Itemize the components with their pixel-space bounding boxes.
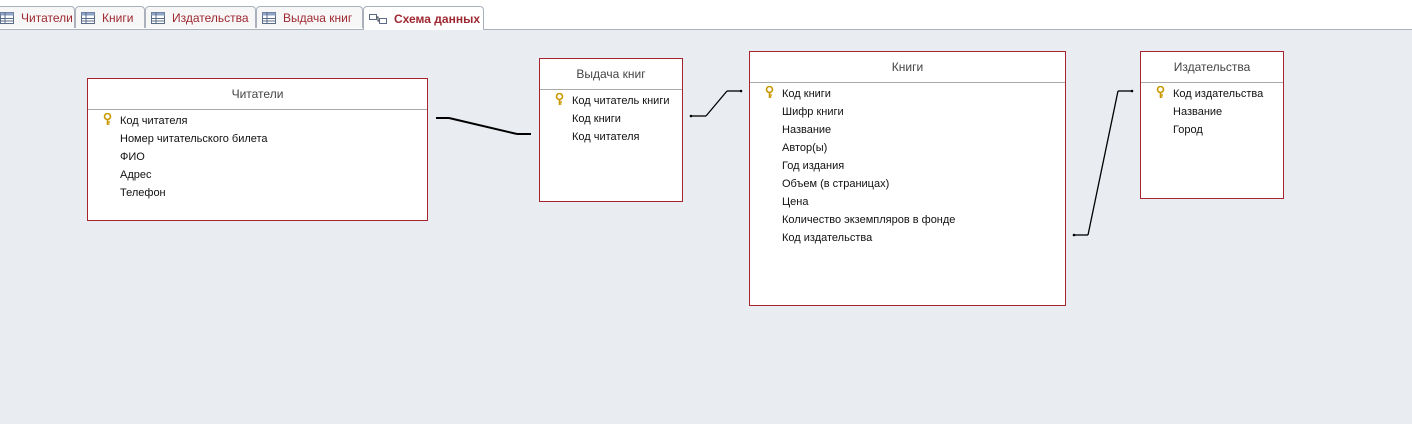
table-title[interactable]: Выдача книг xyxy=(540,59,682,90)
field-label: Код читатель книги xyxy=(572,95,670,107)
field-title[interactable]: Название xyxy=(750,121,1065,139)
table-icon xyxy=(81,11,95,24)
field-reader-id[interactable]: Код читателя xyxy=(540,128,682,146)
field-label: Название xyxy=(1173,106,1223,118)
table-icon xyxy=(262,11,276,24)
field-label: Номер читательского билета xyxy=(120,133,268,145)
field-full-name[interactable]: ФИО xyxy=(88,148,427,166)
field-issue-id[interactable]: Код читатель книги xyxy=(540,92,682,110)
field-reader-id[interactable]: Код читателя xyxy=(88,112,427,130)
relationship-books-publishers[interactable] xyxy=(1072,89,1134,237)
field-list: Код книги Шифр книги Название Автор(ы) Г… xyxy=(750,83,1065,247)
field-list: Код издательства Название Город xyxy=(1141,83,1283,139)
field-list: Код читателя Номер читательского билета … xyxy=(88,110,427,202)
field-label: Год издания xyxy=(782,160,845,172)
field-phone[interactable]: Телефон xyxy=(88,184,427,202)
relationship-readers-issues[interactable] xyxy=(436,117,531,135)
tab-books[interactable]: Книги xyxy=(75,6,145,28)
field-label: Цена xyxy=(782,196,809,208)
field-label: Код издательства xyxy=(782,232,873,244)
field-pages[interactable]: Объем (в страницах) xyxy=(750,175,1065,193)
field-label: Код читателя xyxy=(120,115,188,127)
field-label: Адрес xyxy=(120,169,152,181)
relationships-canvas[interactable]: Читатели Код читателя Номер читательског… xyxy=(0,30,1412,424)
field-publisher-id[interactable]: Код издательства xyxy=(750,229,1065,247)
field-book-id[interactable]: Код книги xyxy=(540,110,682,128)
field-copies[interactable]: Количество экземпляров в фонде xyxy=(750,211,1065,229)
relationships-icon xyxy=(369,13,387,25)
field-label: Объем (в страницах) xyxy=(782,178,890,190)
field-label: Количество экземпляров в фонде xyxy=(782,214,956,226)
table-icon xyxy=(151,11,165,24)
field-label: Шифр книги xyxy=(782,106,844,118)
field-book-id[interactable]: Код книги xyxy=(750,85,1065,103)
field-label: Код книги xyxy=(572,113,621,125)
tab-label: Читатели xyxy=(21,10,73,25)
field-label: Код читателя xyxy=(572,131,640,143)
field-name[interactable]: Название xyxy=(1141,103,1283,121)
field-label: Код издательства xyxy=(1173,88,1264,100)
field-city[interactable]: Город xyxy=(1141,121,1283,139)
field-label: Название xyxy=(782,124,832,136)
tab-issues[interactable]: Выдача книг xyxy=(256,6,363,28)
field-label: Город xyxy=(1173,124,1203,136)
field-label: Код книги xyxy=(782,88,831,100)
table-title[interactable]: Читатели xyxy=(88,79,427,110)
field-label: Автор(ы) xyxy=(782,142,828,154)
tab-relationships[interactable]: Схема данных xyxy=(363,6,484,30)
table-readers[interactable]: Читатели Код читателя Номер читательског… xyxy=(87,78,428,221)
field-list: Код читатель книги Код книги Код читател… xyxy=(540,90,682,146)
table-publishers[interactable]: Издательства Код издательства Название Г… xyxy=(1140,51,1284,199)
table-title[interactable]: Издательства xyxy=(1141,52,1283,83)
tab-publishers[interactable]: Издательства xyxy=(145,6,256,28)
tab-label: Схема данных xyxy=(394,11,480,26)
field-authors[interactable]: Автор(ы) xyxy=(750,139,1065,157)
document-tab-bar: Читатели Книги Издательства Выдача книг … xyxy=(0,6,1412,30)
field-ticket-number[interactable]: Номер читательского билета xyxy=(88,130,427,148)
field-publisher-id[interactable]: Код издательства xyxy=(1141,85,1283,103)
field-label: ФИО xyxy=(120,151,145,163)
table-issues[interactable]: Выдача книг Код читатель книги Код книги… xyxy=(539,58,683,202)
field-year[interactable]: Год издания xyxy=(750,157,1065,175)
field-price[interactable]: Цена xyxy=(750,193,1065,211)
field-book-code[interactable]: Шифр книги xyxy=(750,103,1065,121)
tab-label: Книги xyxy=(102,10,134,25)
table-icon xyxy=(0,11,14,24)
field-label: Телефон xyxy=(120,187,166,199)
tab-label: Выдача книг xyxy=(283,10,353,25)
field-address[interactable]: Адрес xyxy=(88,166,427,184)
tab-label: Издательства xyxy=(172,10,249,25)
tab-readers[interactable]: Читатели xyxy=(0,6,75,28)
table-books[interactable]: Книги Код книги Шифр книги Название Авто… xyxy=(749,51,1066,306)
relationship-issues-books[interactable] xyxy=(689,89,743,118)
table-title[interactable]: Книги xyxy=(750,52,1065,83)
